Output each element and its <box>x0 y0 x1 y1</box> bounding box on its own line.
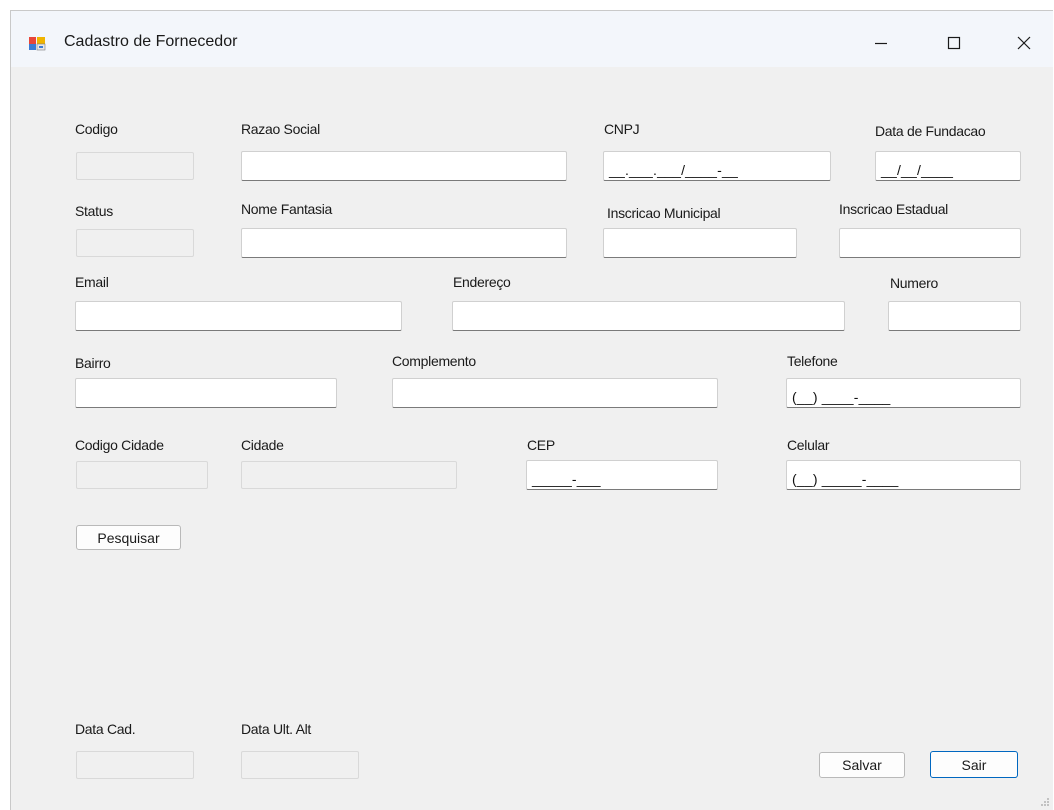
data-cad-field[interactable] <box>76 751 194 779</box>
data-ult-alt-field[interactable] <box>241 751 359 779</box>
data-fundacao-field[interactable]: __/__/____ <box>875 151 1021 181</box>
codigo-label: Codigo <box>75 121 118 137</box>
data-ult-alt-label: Data Ult. Alt <box>241 721 312 737</box>
cep-field[interactable]: _____-___ <box>526 460 718 490</box>
celular-label: Celular <box>787 437 830 453</box>
data-fundacao-mask: __/__/____ <box>881 162 954 178</box>
maximize-icon <box>947 36 961 50</box>
sair-button[interactable]: Sair <box>930 751 1018 778</box>
close-button[interactable] <box>1001 21 1047 65</box>
cnpj-field[interactable]: __.___.___/____-__ <box>603 151 831 181</box>
celular-field[interactable]: (__) _____-____ <box>786 460 1021 490</box>
inscricao-estadual-label: Inscricao Estadual <box>839 201 948 217</box>
nome-fantasia-field[interactable] <box>241 228 567 258</box>
inscricao-estadual-field[interactable] <box>839 228 1021 258</box>
maximize-button[interactable] <box>931 21 977 65</box>
window-title: Cadastro de Fornecedor <box>64 33 238 50</box>
endereco-field[interactable] <box>452 301 845 331</box>
status-label: Status <box>75 203 113 219</box>
email-label: Email <box>75 274 109 290</box>
salvar-button[interactable]: Salvar <box>819 752 905 778</box>
codigo-field[interactable] <box>76 152 194 180</box>
numero-label: Numero <box>890 275 938 291</box>
celular-mask: (__) _____-____ <box>792 471 899 487</box>
supplier-form-window: Cadastro de Fornecedor Codigo Razao Soci… <box>10 10 1053 810</box>
close-icon <box>1017 36 1031 50</box>
razao-social-field[interactable] <box>241 151 567 181</box>
cidade-field[interactable] <box>241 461 457 489</box>
data-fundacao-label: Data de Fundacao <box>875 123 986 139</box>
bairro-field[interactable] <box>75 378 337 408</box>
minimize-icon <box>875 42 887 45</box>
inscricao-municipal-label: Inscricao Municipal <box>607 205 721 221</box>
nome-fantasia-label: Nome Fantasia <box>241 201 333 217</box>
complemento-field[interactable] <box>392 378 718 408</box>
telefone-field[interactable]: (__) ____-____ <box>786 378 1021 408</box>
telefone-label: Telefone <box>787 353 838 369</box>
telefone-mask: (__) ____-____ <box>792 389 891 405</box>
cep-label: CEP <box>527 437 555 453</box>
inscricao-municipal-field[interactable] <box>603 228 797 258</box>
bairro-label: Bairro <box>75 355 111 371</box>
complemento-label: Complemento <box>392 353 476 369</box>
minimize-button[interactable] <box>858 21 904 65</box>
codigo-cidade-field[interactable] <box>76 461 208 489</box>
resize-grip-icon[interactable] <box>1040 797 1050 807</box>
title-bar[interactable]: Cadastro de Fornecedor <box>11 11 1053 67</box>
codigo-cidade-label: Codigo Cidade <box>75 437 164 453</box>
cep-mask: _____-___ <box>532 471 601 487</box>
cnpj-mask: __.___.___/____-__ <box>609 162 738 178</box>
cnpj-label: CNPJ <box>604 121 640 137</box>
email-field[interactable] <box>75 301 402 331</box>
cidade-label: Cidade <box>241 437 284 453</box>
pesquisar-button[interactable]: Pesquisar <box>76 525 181 550</box>
endereco-label: Endereço <box>453 274 511 290</box>
status-field[interactable] <box>76 229 194 257</box>
razao-social-label: Razao Social <box>241 121 320 137</box>
app-form-icon <box>28 35 46 51</box>
data-cad-label: Data Cad. <box>75 721 136 737</box>
numero-field[interactable] <box>888 301 1021 331</box>
